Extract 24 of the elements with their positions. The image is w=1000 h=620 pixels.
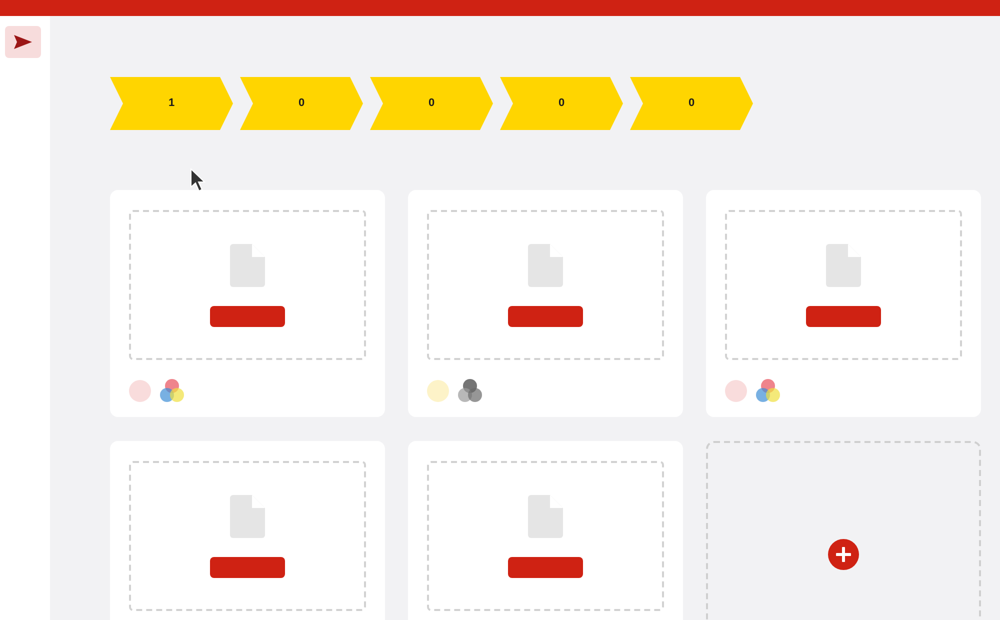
step-chevron: 0 <box>370 77 493 130</box>
step-chevron: 1 <box>110 77 233 130</box>
action-button[interactable] <box>508 556 583 578</box>
file-icon <box>528 494 563 538</box>
file-icon <box>230 244 265 286</box>
action-button[interactable] <box>210 556 285 578</box>
send-icon <box>14 35 32 49</box>
drop-zone[interactable] <box>427 461 664 611</box>
action-button[interactable] <box>210 306 285 326</box>
drop-zone[interactable] <box>129 461 366 611</box>
step-chevron: 0 <box>500 77 623 130</box>
action-button[interactable] <box>806 306 881 326</box>
send-button[interactable] <box>5 26 41 58</box>
file-icon <box>528 244 563 286</box>
drop-zone[interactable] <box>427 210 664 360</box>
file-icon <box>826 244 861 286</box>
step-chevron: 0 <box>240 77 363 130</box>
action-button[interactable] <box>508 306 583 326</box>
add-button[interactable] <box>828 539 859 570</box>
drop-zone[interactable] <box>725 210 962 360</box>
plus-icon <box>836 547 851 562</box>
drop-zone[interactable] <box>129 210 366 360</box>
file-icon <box>230 494 265 538</box>
step-chevron: 0 <box>630 77 753 130</box>
